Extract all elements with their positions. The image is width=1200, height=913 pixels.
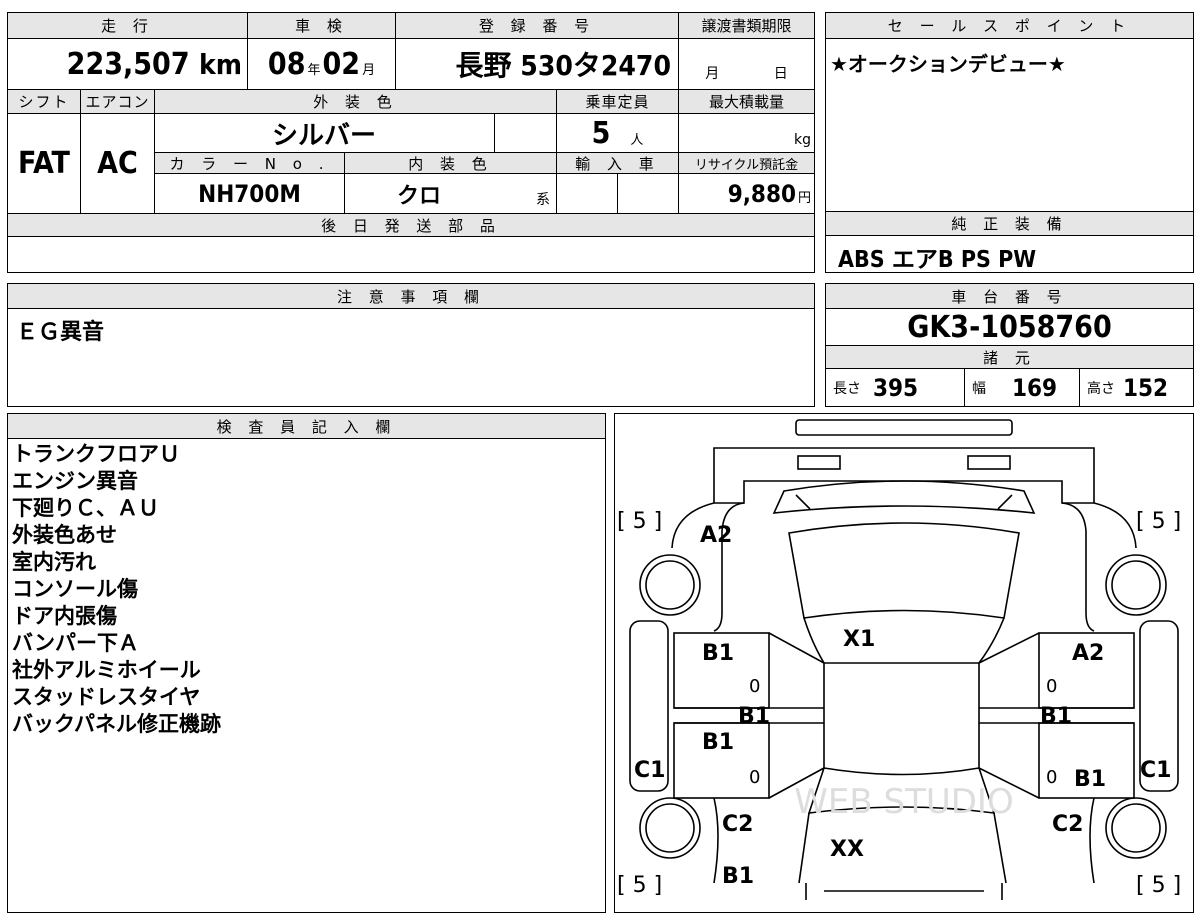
mark-c2-right: C2 xyxy=(1052,812,1084,837)
mark-b1-right-front: B1 xyxy=(1074,767,1107,792)
mark-c1-right: C1 xyxy=(1140,758,1172,783)
capacity-value: 5人 xyxy=(591,115,644,151)
spec-width: 幅 169 xyxy=(972,374,1058,402)
mark-b1-right-mid: B1 xyxy=(1040,704,1073,729)
mileage-header: 走 行 xyxy=(7,12,248,39)
sales-point-header: セ ー ル ス ポ イ ン ト xyxy=(825,12,1194,39)
mark-b1-left-mid: B1 xyxy=(738,704,771,729)
inspector-item: トランクフロアＵ xyxy=(12,442,180,466)
genuine-equipment-value: ABS エアB PS PW xyxy=(838,247,1037,273)
front-bumper xyxy=(805,883,1003,900)
shift-value: FAT xyxy=(18,146,70,181)
chassis-header: 車 台 番 号 xyxy=(825,283,1194,309)
mark-zero-2: 0 xyxy=(1046,676,1058,697)
registration-header: 登 録 番 号 xyxy=(395,12,679,39)
wheel-front-left xyxy=(639,797,701,859)
inspector-item: コンソール傷 xyxy=(12,577,138,601)
spec-length: 長さ 395 xyxy=(833,374,919,402)
mark-a2-left: A2 xyxy=(700,523,733,548)
shaken-value: 08 年 02 月 xyxy=(267,46,376,82)
tire-rating-tl: [ 5 ] xyxy=(617,509,663,534)
wheel-rear-right xyxy=(1105,554,1167,616)
tire-rating-tr: [ 5 ] xyxy=(1136,509,1182,534)
recycle-value: 9,880 円 xyxy=(727,179,811,208)
interior-color-value: クロ xyxy=(396,183,441,209)
inspector-item: 室内汚れ xyxy=(12,550,96,574)
exterior-color-header: 外 装 色 xyxy=(154,89,557,114)
specs-header: 諸 元 xyxy=(825,345,1194,369)
mark-a2-right: A2 xyxy=(1072,641,1105,666)
inspector-item: バックパネル修正機跡 xyxy=(12,712,221,736)
shift-header: シフト xyxy=(7,89,81,114)
max-load-header: 最大積載量 xyxy=(678,89,815,114)
exterior-color-value: シルバー xyxy=(271,120,376,151)
interior-color-header: 内 装 色 xyxy=(344,152,557,174)
later-parts-header: 後 日 発 送 部 品 xyxy=(7,213,815,237)
car-diagram: WEB STUDIO xyxy=(629,419,1179,900)
inspector-item: ドア内張傷 xyxy=(12,604,117,628)
mark-x1: X1 xyxy=(843,627,876,652)
mark-c1-left: C1 xyxy=(634,758,666,783)
mark-b1-left-front: B1 xyxy=(702,730,735,755)
inspector-list: トランクフロアＵ エンジン異音 下廻りＣ、ＡＵ 外装色あせ 室内汚れ コンソール… xyxy=(12,441,221,738)
tire-rating-br: [ 5 ] xyxy=(1136,873,1182,898)
recycle-header: リサイクル預託金 xyxy=(678,152,815,174)
sales-point-text: ★オークションデビュー★ xyxy=(830,52,1066,76)
inspector-item: スタッドレスタイヤ xyxy=(12,685,201,709)
max-load-value: kg xyxy=(794,132,811,148)
rear-spoiler xyxy=(795,419,1013,436)
inspector-item: 外装色あせ xyxy=(12,523,117,547)
mark-zero-1: 0 xyxy=(749,676,761,697)
mark-b1-bottom: B1 xyxy=(722,864,755,889)
inspector-item: バンパー下Ａ xyxy=(12,631,140,655)
genuine-equipment-header: 純 正 装 備 xyxy=(825,211,1194,236)
inspector-item: 社外アルミホイール xyxy=(12,658,201,682)
color-no-header: カ ラ ー N o . xyxy=(154,152,345,174)
mark-zero-3: 0 xyxy=(749,767,761,788)
aircon-header: エアコン xyxy=(80,89,155,114)
rear-lamp-right xyxy=(967,455,1011,470)
mileage-value: 223,507 km xyxy=(66,46,242,82)
rear-bumper xyxy=(713,447,1095,504)
spec-height: 高さ 152 xyxy=(1087,374,1169,402)
wheel-front-right xyxy=(1105,797,1167,859)
import-header: 輸 入 車 xyxy=(556,152,679,174)
inspector-item: エンジン異音 xyxy=(12,469,138,493)
transfer-docs-header: 譲渡書類期限 xyxy=(678,12,815,39)
interior-color-unit: 系 xyxy=(536,192,550,208)
mark-zero-4: 0 xyxy=(1046,767,1058,788)
capacity-header: 乗車定員 xyxy=(556,89,679,114)
aircon-value: AC xyxy=(97,146,138,181)
roof xyxy=(823,662,980,776)
transfer-docs-value: 月日 xyxy=(705,66,788,82)
wheel-rear-left xyxy=(639,554,701,616)
rear-window xyxy=(772,480,1036,514)
notes-value: ＥＧ異音 xyxy=(16,320,105,345)
tire-rating-bl: [ 5 ] xyxy=(617,873,663,898)
shaken-header: 車 検 xyxy=(247,12,396,39)
rear-lamp-left xyxy=(797,455,841,470)
inspector-header: 検 査 員 記 入 欄 xyxy=(7,413,606,439)
inspector-item: 下廻りＣ、ＡＵ xyxy=(12,496,159,520)
watermark: WEB STUDIO xyxy=(794,782,1013,822)
sales-point-box xyxy=(825,12,1194,212)
mark-xx: XX xyxy=(830,837,864,862)
rear-glass xyxy=(788,522,1020,619)
color-no-value: NH700M xyxy=(198,179,301,208)
registration-value: 長野 530タ2470 xyxy=(455,49,671,82)
notes-header: 注 意 事 項 欄 xyxy=(7,283,815,309)
chassis-value: GK3-1058760 xyxy=(907,309,1112,345)
mark-c2-left: C2 xyxy=(722,812,754,837)
mark-b1-left-rear: B1 xyxy=(702,641,735,666)
